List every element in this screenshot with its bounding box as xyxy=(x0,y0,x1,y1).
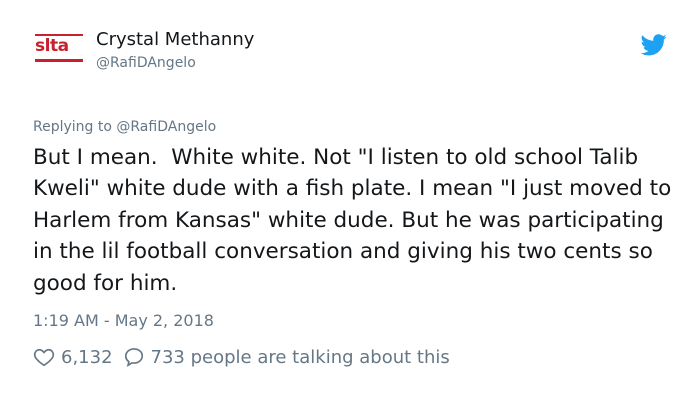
tweet-card: slta Crystal Methanny @RafiDAngelo Reply… xyxy=(0,0,700,400)
like-count: 6,132 xyxy=(61,346,113,368)
logo-underline xyxy=(35,59,83,62)
user-names: Crystal Methanny @RafiDAngelo xyxy=(96,28,254,73)
display-name[interactable]: Crystal Methanny xyxy=(96,28,254,52)
reply-context: Replying to @RafiDAngelo xyxy=(33,118,216,136)
engagement-bar: 6,132 733 people are talking about this xyxy=(33,343,450,371)
user-handle[interactable]: @RafiDAngelo xyxy=(96,53,254,73)
reply-handle-link[interactable]: @RafiDAngelo xyxy=(116,119,216,135)
heart-icon[interactable] xyxy=(33,346,55,368)
tweet-header: slta Crystal Methanny @RafiDAngelo xyxy=(33,28,667,78)
avatar-logo-text: slta xyxy=(35,36,69,56)
tweet-timestamp[interactable]: 1:19 AM - May 2, 2018 xyxy=(33,310,214,332)
tweet-text: But I mean. White white. Not "I listen t… xyxy=(33,145,679,296)
reply-prefix: Replying to xyxy=(33,119,112,135)
twitter-bird-icon[interactable] xyxy=(641,34,667,56)
avatar[interactable]: slta xyxy=(33,32,85,76)
talking-about-text[interactable]: 733 people are talking about this xyxy=(151,347,450,368)
comment-bubble-icon[interactable] xyxy=(123,346,145,368)
